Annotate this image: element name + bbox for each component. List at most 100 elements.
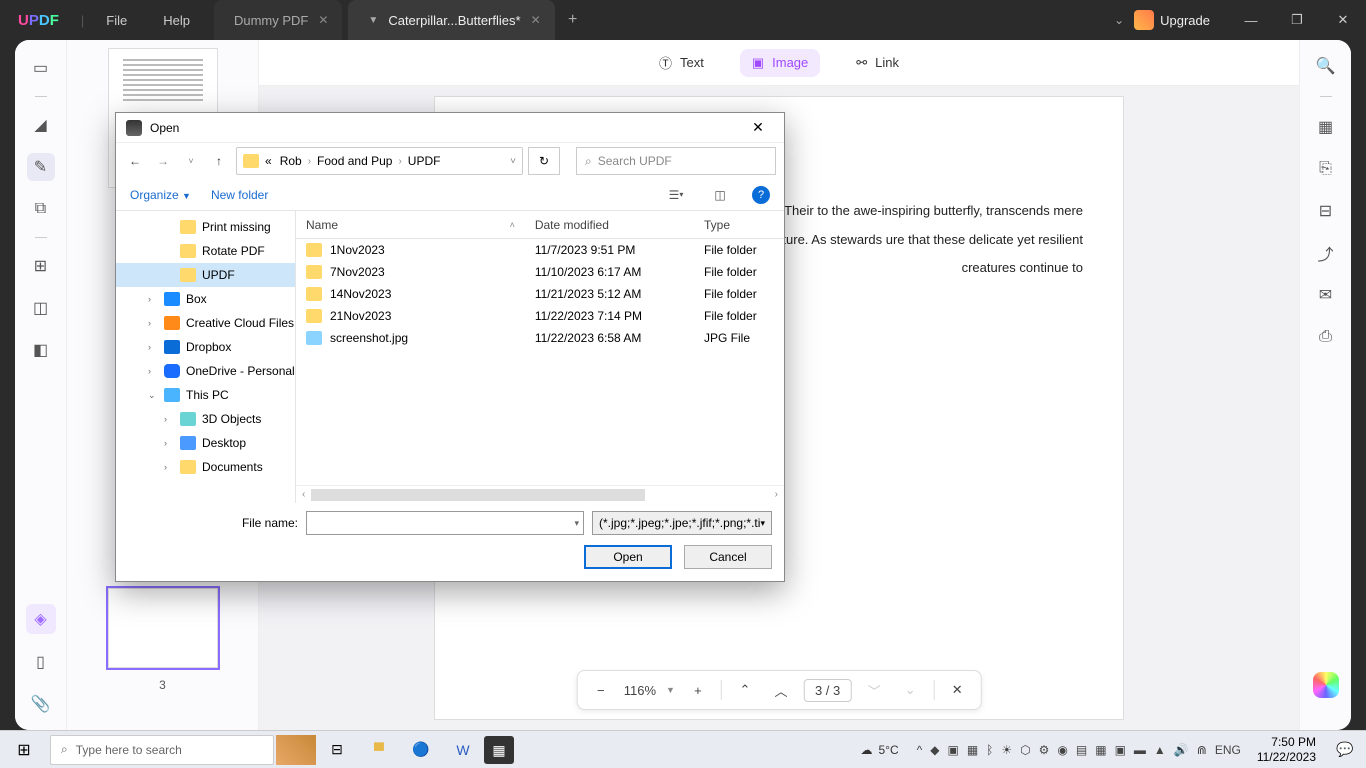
breadcrumb[interactable]: UPDF bbox=[406, 154, 443, 168]
preview-pane-icon[interactable]: ◫ bbox=[708, 185, 732, 205]
tree-node[interactable]: ›Documents bbox=[116, 455, 295, 479]
tray-icon[interactable]: ◉ bbox=[1057, 743, 1067, 757]
menu-help[interactable]: Help bbox=[145, 13, 208, 28]
prev-page-button[interactable]: ︿ bbox=[768, 677, 794, 703]
tray-icon[interactable]: ▦ bbox=[967, 743, 978, 757]
tree-node[interactable]: ›3D Objects bbox=[116, 407, 295, 431]
image-tool[interactable]: ▣Image bbox=[740, 49, 820, 77]
email-icon[interactable]: ✉ bbox=[1312, 283, 1340, 307]
tray-icon[interactable]: ^ bbox=[917, 743, 923, 757]
breadcrumb[interactable]: Food and Pup bbox=[315, 154, 394, 168]
ocr-icon[interactable]: ▦ bbox=[1312, 115, 1340, 139]
tray-icon[interactable]: ☀ bbox=[1001, 743, 1012, 757]
recent-dropdown-icon[interactable]: ˅ bbox=[180, 150, 202, 172]
tray-icon[interactable]: ▤ bbox=[1076, 743, 1087, 757]
close-icon[interactable]: ✕ bbox=[531, 13, 541, 27]
updf-taskbar-icon[interactable]: ▦ bbox=[484, 736, 514, 764]
search-icon[interactable]: 🔍 bbox=[1312, 54, 1340, 78]
last-page-button[interactable]: ⌄ bbox=[897, 677, 923, 703]
horizontal-scrollbar[interactable]: ‹› bbox=[296, 485, 784, 503]
bookmark-icon[interactable]: ▯ bbox=[27, 648, 55, 676]
tree-node[interactable]: ⌄This PC bbox=[116, 383, 295, 407]
notifications-icon[interactable]: 💬 bbox=[1324, 741, 1366, 758]
refresh-button[interactable]: ↻ bbox=[528, 147, 560, 175]
breadcrumb[interactable]: Rob bbox=[278, 154, 304, 168]
help-icon[interactable]: ? bbox=[752, 186, 770, 204]
tree-node[interactable]: ›Desktop bbox=[116, 431, 295, 455]
tree-node[interactable]: UPDF bbox=[116, 263, 295, 287]
taskbar-search[interactable]: ⌕Type here to search bbox=[50, 735, 274, 765]
page-thumbnail[interactable] bbox=[108, 588, 218, 668]
export-icon[interactable]: ⎘ bbox=[1312, 157, 1340, 181]
reader-icon[interactable]: ▭ bbox=[27, 54, 55, 82]
share-icon[interactable]: ⤴ bbox=[1312, 241, 1340, 265]
print-icon[interactable]: ⎙ bbox=[1312, 325, 1340, 349]
file-row[interactable]: screenshot.jpg11/22/2023 6:58 AMJPG File bbox=[296, 327, 784, 349]
tools-icon[interactable]: ◧ bbox=[27, 336, 55, 364]
new-tab-button[interactable]: + bbox=[555, 11, 591, 29]
task-view-icon[interactable]: ⊟ bbox=[316, 741, 358, 758]
taskbar-widget[interactable] bbox=[276, 735, 316, 765]
page-indicator[interactable]: 3 / 3 bbox=[804, 679, 851, 702]
tree-node[interactable]: ›Creative Cloud Files bbox=[116, 311, 295, 335]
tray-icon[interactable]: ▣ bbox=[1115, 743, 1126, 757]
back-button[interactable]: ← bbox=[124, 150, 146, 172]
zoom-out-button[interactable]: − bbox=[588, 677, 614, 703]
file-row[interactable]: 1Nov202311/7/2023 9:51 PMFile folder bbox=[296, 239, 784, 261]
tray-icon[interactable]: ▣ bbox=[947, 743, 958, 757]
tree-node[interactable]: Print missing bbox=[116, 215, 295, 239]
close-button[interactable]: ✕ bbox=[1320, 12, 1366, 28]
attachment-icon[interactable]: 📎 bbox=[27, 690, 55, 718]
tab-dummy-pdf[interactable]: Dummy PDF ✕ bbox=[214, 0, 342, 40]
close-icon[interactable]: ✕ bbox=[318, 13, 328, 27]
layers-icon[interactable]: ◈ bbox=[26, 604, 56, 634]
tabs-overflow-icon[interactable]: ⌄ bbox=[1104, 13, 1134, 27]
chrome-icon[interactable]: 🔵 bbox=[400, 741, 442, 758]
tree-node[interactable]: ›OneDrive - Personal bbox=[116, 359, 295, 383]
address-bar[interactable]: « Rob› Food and Pup› UPDF ˅ bbox=[236, 147, 523, 175]
view-list-icon[interactable]: ☰▾ bbox=[664, 185, 688, 205]
upgrade-button[interactable]: Upgrade bbox=[1134, 10, 1210, 30]
tree-node[interactable]: ›Box bbox=[116, 287, 295, 311]
wifi-icon[interactable]: ⋒ bbox=[1197, 743, 1207, 757]
file-row[interactable]: 7Nov202311/10/2023 6:17 AMFile folder bbox=[296, 261, 784, 283]
minimize-button[interactable]: — bbox=[1228, 13, 1274, 28]
chevron-down-icon[interactable]: ˅ bbox=[510, 156, 516, 167]
insert-icon[interactable]: ⧉ bbox=[27, 195, 55, 223]
close-bar-button[interactable]: ✕ bbox=[944, 677, 970, 703]
tray-icon[interactable]: ▲ bbox=[1154, 743, 1166, 757]
start-button[interactable]: ⊞ bbox=[0, 740, 48, 760]
tree-node[interactable]: Rotate PDF bbox=[116, 239, 295, 263]
column-type[interactable]: Type bbox=[694, 218, 784, 232]
column-date[interactable]: Date modified bbox=[525, 218, 694, 232]
compress-icon[interactable]: ⊟ bbox=[1312, 199, 1340, 223]
tab-caterpillar[interactable]: ▼ Caterpillar...Butterflies* ✕ bbox=[348, 0, 554, 40]
tray-icon[interactable]: ◆ bbox=[930, 743, 939, 757]
tray-icon[interactable]: ⚙ bbox=[1039, 743, 1050, 757]
up-button[interactable]: ↑ bbox=[208, 150, 230, 172]
new-folder-button[interactable]: New folder bbox=[211, 188, 268, 202]
organize-menu[interactable]: Organize ▼ bbox=[130, 188, 191, 202]
text-tool[interactable]: ⓉText bbox=[647, 47, 716, 78]
bluetooth-icon[interactable]: ᛒ bbox=[986, 743, 993, 757]
dialog-close-button[interactable]: ✕ bbox=[742, 119, 774, 136]
crop-icon[interactable]: ◫ bbox=[27, 294, 55, 322]
highlighter-icon[interactable]: ◢ bbox=[27, 111, 55, 139]
link-tool[interactable]: ⚯Link bbox=[844, 49, 911, 77]
breadcrumb[interactable]: « bbox=[263, 154, 274, 168]
file-explorer-icon[interactable]: ▀ bbox=[358, 742, 400, 758]
column-name[interactable]: Name˄ bbox=[296, 218, 525, 232]
weather-widget[interactable]: ☁5°C bbox=[850, 743, 908, 757]
forward-button[interactable]: → bbox=[152, 150, 174, 172]
system-tray[interactable]: ^ ◆ ▣ ▦ ᛒ ☀ ⬡ ⚙ ◉ ▤ ▦ ▣ ▬ ▲ 🔊 ⋒ ENG bbox=[909, 743, 1249, 757]
clock[interactable]: 7:50 PM 11/22/2023 bbox=[1249, 735, 1324, 764]
maximize-button[interactable]: ❐ bbox=[1274, 12, 1320, 28]
file-row[interactable]: 21Nov202311/22/2023 7:14 PMFile folder bbox=[296, 305, 784, 327]
zoom-dropdown-icon[interactable]: ▼ bbox=[666, 685, 675, 695]
next-page-button[interactable]: ﹀ bbox=[861, 677, 887, 703]
volume-icon[interactable]: 🔊 bbox=[1174, 743, 1189, 757]
tree-node[interactable]: ›Dropbox bbox=[116, 335, 295, 359]
tray-icon[interactable]: ▬ bbox=[1134, 743, 1146, 757]
ai-icon[interactable] bbox=[1313, 672, 1339, 698]
tray-icon[interactable]: ⬡ bbox=[1020, 743, 1030, 757]
